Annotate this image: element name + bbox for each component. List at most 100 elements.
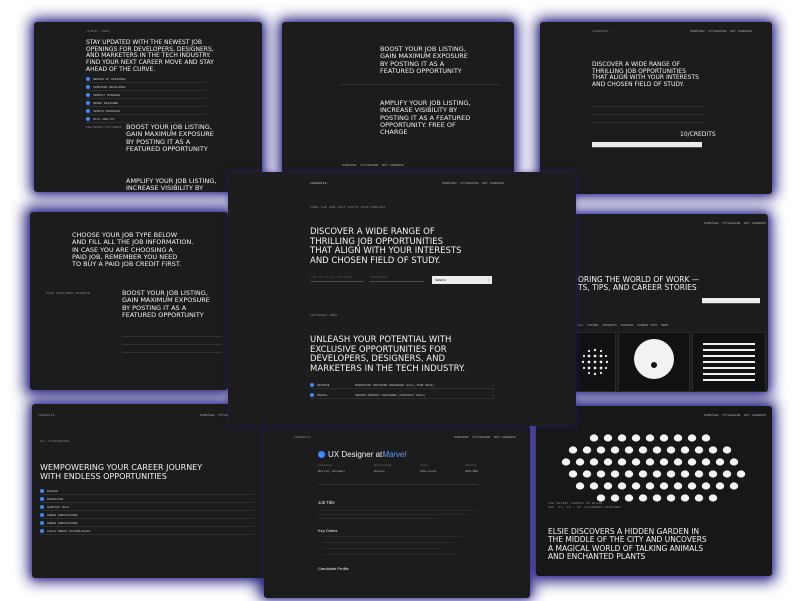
artwork-dot xyxy=(652,446,662,454)
nav-styleguide[interactable]: STYLEGUIDE xyxy=(722,414,740,417)
filter-stories[interactable]: STORIES xyxy=(621,324,634,327)
artwork-dot xyxy=(659,458,669,466)
filter-tips[interactable]: CAREER TIPS xyxy=(637,324,657,327)
article-card[interactable] xyxy=(618,332,690,392)
artwork-dot xyxy=(582,470,592,478)
artwork-dot xyxy=(645,482,655,490)
headline: WEMPOWERING YOUR CAREER JOURNEY WITH END… xyxy=(40,463,203,481)
artwork-dot xyxy=(708,470,718,478)
filter-insights[interactable]: INSIGHTS xyxy=(602,324,616,327)
artwork-dot xyxy=(589,482,599,490)
artwork-dot xyxy=(624,446,634,454)
artwork-dot xyxy=(708,494,718,502)
search-button[interactable]: SEARCH ▾ xyxy=(432,276,492,284)
list-item[interactable]: PRODUCT MANAGER xyxy=(86,92,206,99)
hero-headline: DISCOVER A WIDE RANGE OF THRILLING JOB O… xyxy=(310,227,462,266)
artwork-dot xyxy=(603,458,613,466)
list-item[interactable]: DATA ANALYST xyxy=(86,116,206,123)
blog-search-input[interactable] xyxy=(702,298,760,304)
list-item[interactable]: GROWTH MARKETER xyxy=(86,108,206,115)
list-item[interactable]: GREEN INNOVATIONS xyxy=(40,520,254,527)
artwork-dot xyxy=(722,446,732,454)
company-name[interactable]: Marvel xyxy=(382,450,406,459)
artwork-dot xyxy=(645,434,655,442)
nav-overview[interactable]: OVERVIEW xyxy=(690,30,704,33)
nav-buy[interactable]: BUY CAREERIA xyxy=(744,414,766,417)
artwork-dot xyxy=(715,482,725,490)
filter-guides[interactable]: GUIDES xyxy=(587,324,598,327)
filter-all[interactable]: ALL xyxy=(578,324,583,327)
nav-styleguide[interactable]: STYLEGUIDE xyxy=(708,30,726,33)
panel-categories: CAREERIA OVERVIEW STYLEGUIDE ALL CATEGOR… xyxy=(32,404,268,578)
nav-styleguide[interactable]: STYLEGUIDE xyxy=(360,164,378,167)
article-headline: ELSIE DISCOVERS A HIDDEN GARDEN IN THE M… xyxy=(548,527,707,562)
chevron-right-icon: › xyxy=(492,393,494,397)
nav-styleguide[interactable]: STYLEGUIDE xyxy=(722,222,740,225)
brand-logo[interactable]: CAREERIA xyxy=(310,182,327,185)
list-item[interactable]: SENIOR UX DESIGNER xyxy=(86,76,206,83)
artwork-dot xyxy=(617,434,627,442)
company-logo-icon xyxy=(318,451,325,458)
category-icon xyxy=(40,489,44,493)
featured-label: FEATURED LISTINGS xyxy=(86,126,122,129)
artwork-dot xyxy=(680,470,690,478)
nav-buy[interactable]: BUY CAREERIA xyxy=(382,164,404,167)
job-row[interactable]: MARVEL SENIOR PRODUCT DESIGNER (CONTRACT… xyxy=(310,392,494,399)
featured-label: FEATURED JOBS xyxy=(310,314,338,317)
search-input[interactable]: JOB TITLE OR KEYWORD xyxy=(310,276,364,282)
artwork-dot xyxy=(631,482,641,490)
nav-buy[interactable]: BUY CAREERIA xyxy=(730,30,752,33)
brand-logo[interactable]: CAREERIA xyxy=(38,414,55,417)
artwork-dot xyxy=(645,458,655,466)
top-nav: OVERVIEW STYLEGUIDE BUY CAREERIA xyxy=(704,414,766,417)
nav-overview[interactable]: OVERVIEW xyxy=(200,414,214,417)
panel-home: CAREERIA OVERVIEW STYLEGUIDE BUY CAREERI… xyxy=(228,172,576,426)
list-item[interactable]: FRONTEND DEVELOPER xyxy=(86,84,206,91)
artwork-dot xyxy=(575,458,585,466)
nav-buy[interactable]: BUY CAREERIA xyxy=(494,436,516,439)
artwork-dot xyxy=(589,458,599,466)
nav-overview[interactable]: OVERVIEW xyxy=(704,222,718,225)
nav-buy[interactable]: BUY CAREERIA xyxy=(744,222,766,225)
brand-logo[interactable]: CAREERIA xyxy=(294,436,311,439)
nav-overview[interactable]: OVERVIEW xyxy=(454,436,468,439)
list-item[interactable]: QUANTUM TECH xyxy=(40,504,254,511)
section-label: LATEST JOBS xyxy=(86,30,110,33)
nav-overview[interactable]: OVERVIEW xyxy=(342,164,356,167)
artwork-dot xyxy=(722,470,732,478)
artwork-dot xyxy=(575,482,585,490)
eyebrow: FIND THE JOB THAT SUITS YOUR PROFILE xyxy=(310,206,386,209)
article-card[interactable] xyxy=(574,332,616,392)
nav-styleguide[interactable]: STYLEGUIDE xyxy=(460,182,478,185)
filter-news[interactable]: NEWS xyxy=(661,324,668,327)
list-item[interactable]: DESIGN xyxy=(40,488,254,495)
artwork-dot xyxy=(673,458,683,466)
artwork-dot xyxy=(568,470,578,478)
article-card[interactable] xyxy=(692,332,766,392)
section-heading: Candidate Profile xyxy=(318,566,349,571)
nav-overview[interactable]: OVERVIEW xyxy=(442,182,456,185)
boost-headline: BOOST YOUR JOB LISTING, GAIN MAXIMUM EXP… xyxy=(380,45,468,75)
artwork-dot xyxy=(652,470,662,478)
list-item[interactable]: MARKETING xyxy=(40,496,254,503)
brand-logo[interactable]: CAREERIA xyxy=(592,30,609,33)
artwork-dot xyxy=(596,470,606,478)
artwork-dot xyxy=(610,446,620,454)
list-item[interactable]: BRAND DESIGNER xyxy=(86,100,206,107)
nav-buy[interactable]: BUY CAREERIA xyxy=(482,182,504,185)
location-input[interactable]: LOCATION xyxy=(370,276,424,282)
headline: DISCOVER A WIDE RANGE OF THRILLING JOB O… xyxy=(592,61,699,89)
top-nav: OVERVIEW STYLEGUIDE BUY CAREERIA xyxy=(442,182,504,185)
panel-latest-jobs: LATEST JOBS STAY UPDATED WITH THE NEWEST… xyxy=(34,22,262,192)
nav-styleguide[interactable]: STYLEGUIDE xyxy=(472,436,490,439)
credits-input[interactable] xyxy=(592,142,702,148)
artwork-dot xyxy=(701,482,711,490)
artwork-dot xyxy=(624,470,634,478)
job-row[interactable]: ADVANCE MARKETING SOFTWARE ENGINEER (FUL… xyxy=(310,382,494,389)
list-item[interactable]: GREEN INNOVATIONS xyxy=(40,512,254,519)
artwork-dot xyxy=(582,446,592,454)
blog-filters: ALL GUIDES INSIGHTS STORIES CAREER TIPS … xyxy=(578,324,668,327)
nav-overview[interactable]: OVERVIEW xyxy=(704,414,718,417)
boost-headline: BOOST YOUR JOB LISTING, GAIN MAXIMUM EXP… xyxy=(122,289,210,319)
list-item[interactable]: AGILE WORKS TECHNOLOGIES xyxy=(40,528,254,535)
